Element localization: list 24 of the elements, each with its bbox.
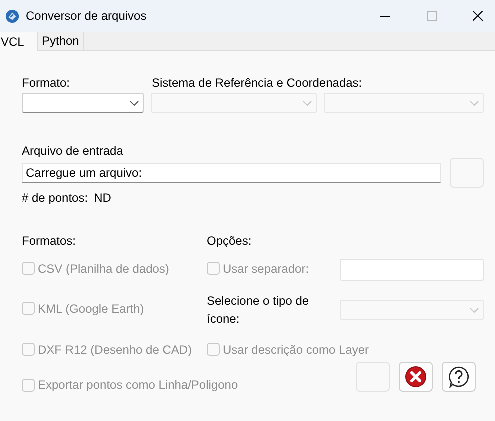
dropdown[interactable] — [22, 93, 144, 113]
cancel-button[interactable] — [399, 362, 433, 392]
section-heading: Opções: — [207, 233, 252, 250]
points-value: ND — [94, 190, 112, 207]
field-label: Formato: — [22, 75, 72, 92]
close-icon[interactable] — [473, 11, 483, 21]
section-heading: Formatos: — [22, 233, 78, 250]
points-label: # de pontos: — [22, 190, 88, 207]
chevron-down-icon — [470, 100, 479, 106]
chevron-down-icon — [470, 308, 479, 312]
app-icon — [5, 8, 20, 24]
chevron-down-icon — [130, 100, 139, 106]
field-label: Selecione o tipo de ícone: — [207, 293, 310, 328]
field-label: Arquivo de entrada — [22, 143, 124, 160]
file-input-field[interactable]: Carregue um arquivo: — [22, 163, 441, 183]
help-icon — [448, 366, 470, 388]
separator-input-field[interactable] — [340, 259, 484, 281]
field-label: Sistema de Referência e Coordenadas: — [152, 75, 362, 92]
tab[interactable]: VCL — [0, 32, 38, 51]
maximize-icon[interactable] — [427, 11, 437, 21]
help-button[interactable] — [442, 362, 476, 392]
window-title: Conversor de arquivos — [26, 8, 147, 25]
chevron-down-icon — [303, 100, 312, 106]
cancel-icon — [405, 366, 427, 388]
